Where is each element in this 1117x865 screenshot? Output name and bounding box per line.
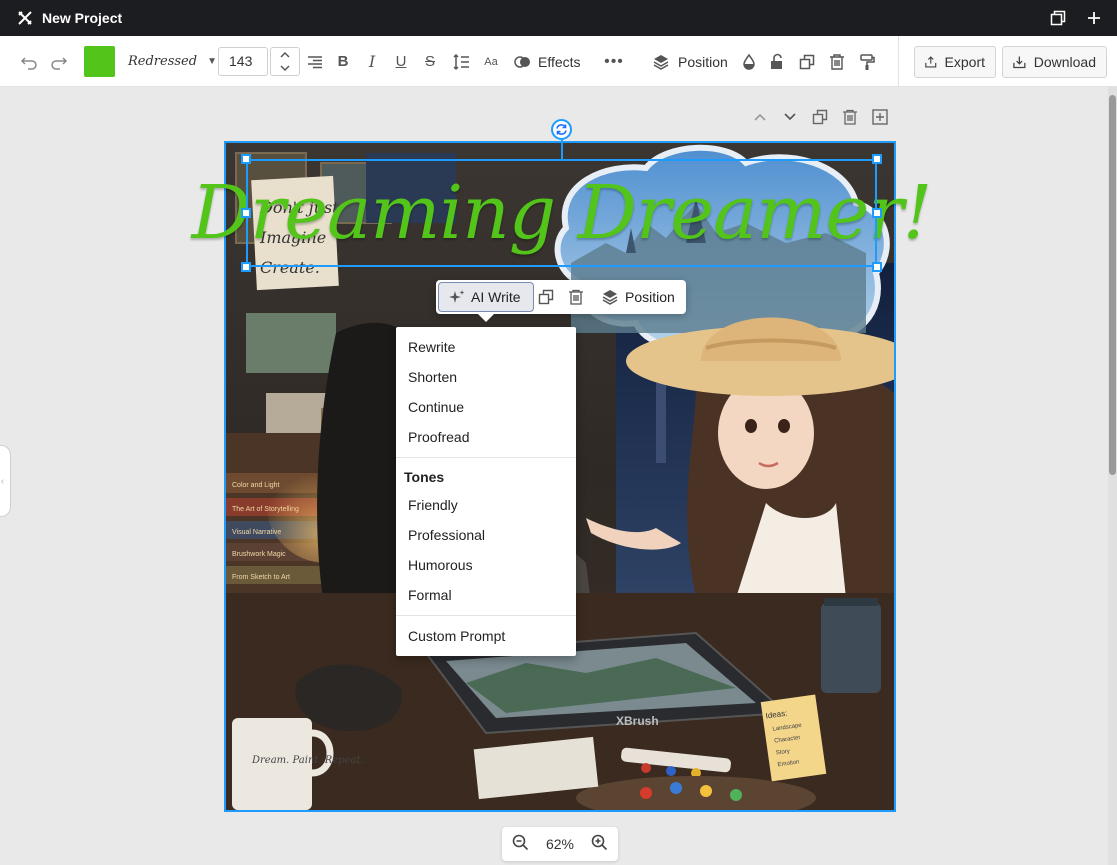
text-case-icon[interactable]: Aa — [481, 36, 501, 87]
trash-icon[interactable] — [827, 36, 847, 87]
format-painter-icon[interactable] — [857, 36, 877, 87]
chevron-down-icon[interactable] — [279, 62, 291, 75]
title-bar: New Project — [0, 0, 1117, 36]
vertical-scrollbar[interactable] — [1108, 87, 1117, 865]
chevron-up-icon[interactable] — [279, 49, 291, 62]
rotate-connector — [561, 139, 563, 160]
resize-handle-right[interactable] — [872, 208, 882, 218]
side-panel-toggle[interactable]: ‹ — [0, 445, 11, 517]
tablet-brand: XBrush — [616, 714, 659, 728]
opacity-icon[interactable] — [739, 36, 759, 87]
resize-handle-top-right[interactable] — [872, 154, 882, 164]
resize-handle-top-left[interactable] — [241, 154, 251, 164]
menu-item-friendly[interactable]: Friendly — [396, 490, 576, 520]
ai-write-button[interactable]: AI Write — [438, 282, 534, 312]
position-button[interactable]: Position — [652, 36, 732, 87]
menu-item-continue[interactable]: Continue — [396, 392, 576, 422]
selection-frame — [246, 159, 877, 267]
layers-icon — [602, 290, 618, 305]
export-label: Export — [944, 54, 985, 70]
new-tab-icon[interactable] — [1085, 9, 1103, 27]
line-spacing-icon[interactable] — [450, 36, 472, 87]
toolbar-pointer — [478, 314, 494, 322]
align-right-icon[interactable] — [305, 36, 325, 87]
book-title-5: From Sketch to Art — [232, 574, 290, 581]
effects-button[interactable]: Effects — [514, 36, 584, 87]
mug-text: Dream. Paint. Repeat. — [251, 755, 364, 766]
unlock-icon[interactable] — [767, 36, 787, 87]
menu-item-formal[interactable]: Formal — [396, 580, 576, 610]
delete-element-icon[interactable] — [566, 287, 586, 307]
font-size-stepper[interactable] — [270, 47, 300, 76]
download-label: Download — [1033, 54, 1096, 70]
menu-item-humorous[interactable]: Humorous — [396, 550, 576, 580]
font-family-select[interactable]: Redressed ▼ — [128, 36, 217, 87]
menu-item-custom-prompt[interactable]: Custom Prompt — [396, 621, 576, 651]
chevron-down-icon: ▼ — [207, 56, 217, 67]
menu-divider — [396, 615, 576, 616]
menu-divider — [396, 457, 576, 458]
menu-item-rewrite[interactable]: Rewrite — [396, 332, 576, 362]
duplicate-element-icon[interactable] — [536, 287, 556, 307]
zoom-control: 62% — [502, 827, 618, 861]
download-button[interactable]: Download — [1002, 46, 1107, 78]
underline-icon[interactable]: U — [391, 36, 411, 87]
italic-icon[interactable]: I — [362, 36, 382, 87]
more-icon[interactable]: ••• — [603, 36, 625, 87]
duplicate-icon[interactable] — [797, 36, 817, 87]
chevron-left-icon: ‹ — [0, 475, 5, 487]
zoom-out-icon[interactable] — [512, 834, 529, 854]
effects-icon — [514, 55, 530, 68]
bold-icon[interactable]: B — [333, 36, 353, 87]
menu-section-tones: Tones — [404, 469, 445, 485]
element-position-label: Position — [625, 289, 675, 305]
zoom-in-icon[interactable] — [591, 834, 608, 854]
element-floating-toolbar: AI Write Position — [436, 280, 686, 314]
editor-toolbar: Redressed ▼ 143 B I U S Aa Effects ••• P… — [0, 36, 1117, 87]
book-title-4: Brushwork Magic — [232, 551, 286, 558]
redo-icon[interactable] — [49, 36, 69, 87]
app-logo-icon — [14, 7, 36, 29]
resize-handle-bottom-left[interactable] — [241, 262, 251, 272]
element-position-button[interactable]: Position — [601, 280, 675, 314]
menu-item-shorten[interactable]: Shorten — [396, 362, 576, 392]
export-icon — [925, 56, 937, 68]
layers-icon — [653, 54, 669, 70]
menu-item-professional[interactable]: Professional — [396, 520, 576, 550]
ai-write-label: AI Write — [471, 289, 521, 305]
zoom-level: 62% — [545, 836, 575, 852]
font-size-input[interactable]: 143 — [218, 47, 268, 76]
strikethrough-icon[interactable]: S — [420, 36, 440, 87]
sparkle-icon — [449, 290, 465, 303]
font-family-value: Redressed — [128, 54, 198, 69]
rotate-handle-icon[interactable] — [551, 119, 572, 140]
restore-window-icon[interactable] — [1049, 9, 1067, 27]
menu-item-proofread[interactable]: Proofread — [396, 422, 576, 452]
position-label: Position — [678, 53, 728, 70]
ai-write-menu: Rewrite Shorten Continue Proofread Tones… — [396, 327, 576, 656]
export-button[interactable]: Export — [914, 46, 996, 78]
font-color-swatch[interactable] — [83, 36, 115, 87]
window-title: New Project — [42, 10, 123, 26]
effects-label: Effects — [538, 53, 581, 70]
undo-icon[interactable] — [19, 36, 39, 87]
download-icon — [1013, 56, 1026, 69]
resize-handle-left[interactable] — [241, 208, 251, 218]
resize-handle-bottom-right[interactable] — [872, 262, 882, 272]
toolbar-divider — [898, 36, 899, 87]
